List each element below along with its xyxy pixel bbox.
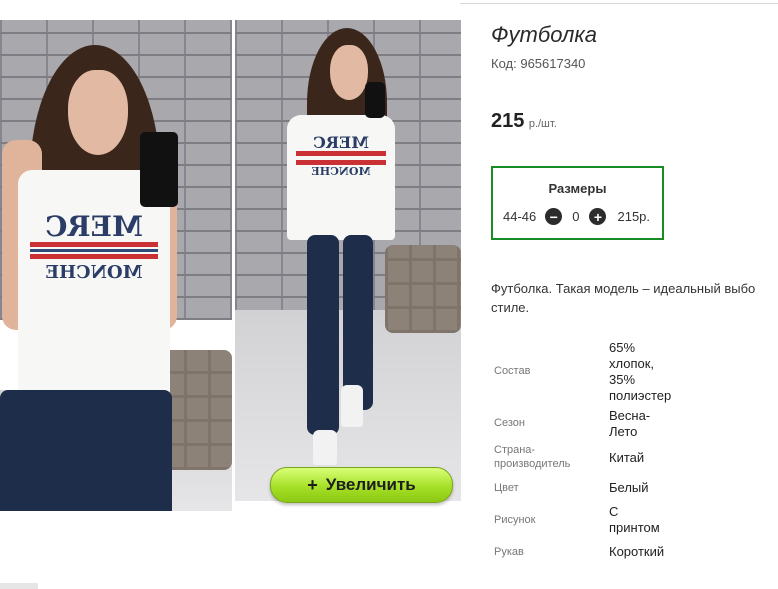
product-photo-main[interactable]: MERC MONCHE — [0, 20, 232, 511]
quantity-value: 0 — [572, 209, 580, 224]
zoom-button-label: Увеличить — [325, 475, 416, 494]
product-price: 215 р./шт. — [491, 110, 557, 133]
spec-label-sleeve: Рукав — [494, 546, 524, 558]
description-line: стиле. — [491, 300, 530, 315]
spec-value-season: Весна-Лето — [609, 408, 651, 439]
phone-image — [365, 82, 385, 118]
spec-value-color: Белый — [609, 480, 649, 495]
product-title: Футболка — [491, 22, 597, 47]
price-amount: 215 — [491, 110, 525, 132]
product-code-value: 965617340 — [520, 56, 586, 71]
product-photo-secondary[interactable]: MERC MONCHE — [235, 20, 461, 501]
spec-label-season: Сезон — [494, 417, 525, 429]
spec-label-pattern: Рисунок — [494, 514, 536, 526]
size-price: 215р. — [617, 209, 651, 224]
spec-value-sleeve: Короткий — [609, 544, 665, 559]
zoom-button[interactable]: + Увеличить — [270, 467, 453, 503]
top-divider — [460, 3, 778, 4]
product-description: Футболка. Такая модель – идеальный выбо … — [491, 279, 778, 317]
spec-label-country: Страна-производитель — [494, 444, 571, 470]
footer-fragment — [0, 583, 38, 589]
price-unit: р./шт. — [528, 118, 557, 130]
sizes-title: Размеры — [548, 181, 607, 196]
product-code: Код: 965617340 — [491, 56, 585, 71]
product-code-label: Код: — [491, 56, 517, 71]
spec-label-color: Цвет — [494, 482, 519, 494]
minus-icon[interactable]: − — [545, 208, 563, 225]
size-row: 44-46 − 0 + 215р. — [503, 208, 650, 225]
sizes-panel: Размеры 44-46 − 0 + 215р. — [491, 166, 664, 240]
plus-icon[interactable]: + — [589, 208, 607, 225]
size-label: 44-46 — [503, 209, 537, 224]
spec-value-composition: 65% хлопок, 35% полиэстер — [609, 340, 672, 403]
spec-value-country: Китай — [609, 450, 645, 465]
phone-image — [140, 132, 178, 207]
plus-icon: + — [307, 474, 318, 495]
tshirt-image: MERC MONCHE — [287, 115, 395, 240]
description-line: Футболка. Такая модель – идеальный выбо — [491, 281, 756, 296]
spec-value-pattern: С принтом — [609, 504, 660, 535]
spec-label-composition: Состав — [494, 365, 531, 377]
